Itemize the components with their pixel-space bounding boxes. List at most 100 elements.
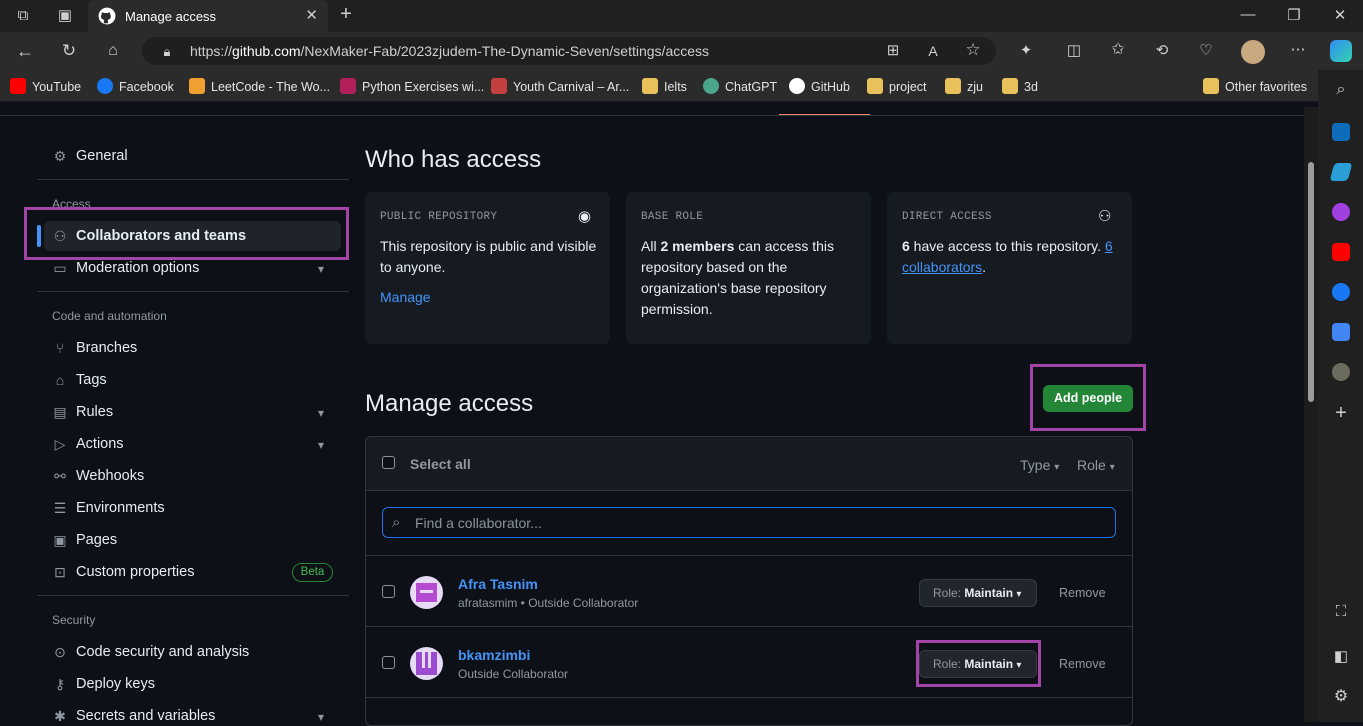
table-header xyxy=(366,437,1132,491)
url-text[interactable]: https://github.com/NexMaker-Fab/2023zjud… xyxy=(190,43,709,59)
play-icon: ▷ xyxy=(54,436,66,452)
translate-icon[interactable] xyxy=(1332,323,1350,341)
back-icon[interactable]: ← xyxy=(16,42,34,60)
card-text: 6 have access to this repository. 6 coll… xyxy=(902,236,1122,278)
split-screen-icon[interactable]: ◫ xyxy=(1066,43,1082,59)
bookmark-label: 3d xyxy=(1024,80,1038,94)
bookmark-label: YouTube xyxy=(32,80,82,94)
w3resource-icon xyxy=(340,78,356,94)
sidebar-item-webhooks[interactable]: Webhooks xyxy=(76,468,144,484)
screenshot-icon[interactable]: ⛶ xyxy=(1332,604,1350,620)
favorites-icon[interactable]: ✩ xyxy=(1110,42,1126,58)
github-icon xyxy=(98,7,116,25)
extensions-icon[interactable]: ✦ xyxy=(1018,43,1034,59)
settings-gear-icon[interactable]: ⚙ xyxy=(1332,689,1350,705)
close-window-icon[interactable]: ✕ xyxy=(1332,8,1348,24)
select-all-label[interactable]: Select all xyxy=(410,456,471,472)
remove-button[interactable]: Remove xyxy=(1059,657,1106,671)
search-icon: ⌕ xyxy=(392,514,401,531)
sidebar-item-environments[interactable]: Environments xyxy=(76,500,165,516)
tab-actions-icon[interactable]: ▣ xyxy=(56,8,74,24)
sidebar-item-general[interactable]: General xyxy=(76,148,128,164)
search-input[interactable]: ⌕ Find a collaborator... xyxy=(382,507,1116,538)
chevron-down-icon[interactable]: ▾ xyxy=(318,262,324,276)
more-menu-icon[interactable]: ⋯ xyxy=(1290,42,1306,58)
divider xyxy=(37,595,349,596)
facebook-icon[interactable] xyxy=(1332,283,1350,301)
base-role-card: BASE ROLE All 2 members can access this … xyxy=(626,192,871,344)
manage-link[interactable]: Manage xyxy=(380,289,431,305)
sidebar-item-rules[interactable]: Rules xyxy=(76,404,113,420)
remove-button[interactable]: Remove xyxy=(1059,586,1106,600)
chevron-down-icon[interactable]: ▾ xyxy=(318,438,324,452)
workspaces-icon[interactable]: ⧉ xyxy=(14,8,32,24)
apps-icon[interactable]: ⊞ xyxy=(885,43,901,59)
bookmark-chatgpt[interactable]: ChatGPT xyxy=(703,78,777,94)
row-checkbox[interactable] xyxy=(382,585,395,598)
bookmark-other-favorites[interactable]: Other favorites xyxy=(1203,78,1307,94)
row-checkbox[interactable] xyxy=(382,656,395,669)
collaborator-name[interactable]: Afra Tasnim xyxy=(458,576,538,592)
new-tab-icon[interactable]: + xyxy=(337,4,355,24)
scrollbar[interactable] xyxy=(1304,107,1318,722)
sidebar-item-pages[interactable]: Pages xyxy=(76,532,117,548)
manage-access-title: Manage access xyxy=(365,390,534,417)
youtube-icon[interactable] xyxy=(1332,243,1350,261)
sidebar-item-code-security[interactable]: Code security and analysis xyxy=(76,644,249,660)
bookmark-youth-carnival[interactable]: Youth Carnival – Ar... xyxy=(491,78,629,94)
home-icon[interactable]: ⌂ xyxy=(104,43,122,59)
bookmark-label: ChatGPT xyxy=(725,80,778,94)
history-icon[interactable]: ⟲ xyxy=(1154,43,1170,59)
identicon xyxy=(420,590,433,593)
bookmark-zju[interactable]: zju xyxy=(945,78,983,94)
outlook-icon[interactable] xyxy=(1332,123,1350,141)
bookmark-facebook[interactable]: Facebook xyxy=(97,78,174,94)
profile-icon[interactable] xyxy=(1332,363,1350,381)
sidebar-item-actions[interactable]: Actions xyxy=(76,436,124,452)
avatar[interactable] xyxy=(410,576,443,609)
copilot-icon[interactable] xyxy=(1330,40,1352,62)
restore-icon[interactable]: ❐ xyxy=(1286,8,1302,24)
close-tab-icon[interactable]: ✕ xyxy=(305,6,318,24)
add-icon[interactable]: + xyxy=(1332,403,1350,423)
bookmark-python[interactable]: Python Exercises wi... xyxy=(340,78,484,94)
collaborator-name[interactable]: bkamzimbi xyxy=(458,647,530,663)
performance-icon[interactable]: ♡ xyxy=(1198,43,1214,59)
refresh-icon[interactable]: ↻ xyxy=(60,42,78,59)
bookmark-leetcode[interactable]: LeetCode - The Wo... xyxy=(189,78,330,94)
gear-icon: ⚙ xyxy=(53,148,67,164)
sidebar-item-tags[interactable]: Tags xyxy=(76,372,107,388)
bookmark-youtube[interactable]: YouTube xyxy=(10,78,81,94)
messenger-icon[interactable] xyxy=(1332,203,1350,221)
folder-icon xyxy=(945,78,961,94)
lock-icon[interactable]: 🔒︎ xyxy=(160,44,174,60)
browser-tab[interactable]: Manage access ✕ xyxy=(88,0,328,32)
card-label: DIRECT ACCESS xyxy=(902,211,992,223)
type-filter[interactable]: Type ▾ xyxy=(1020,457,1059,473)
chevron-down-icon[interactable]: ▾ xyxy=(318,406,324,420)
sidebar-item-deploy-keys[interactable]: Deploy keys xyxy=(76,676,155,692)
scrollbar-thumb[interactable] xyxy=(1308,162,1314,402)
avatar[interactable] xyxy=(410,647,443,680)
role-filter[interactable]: Role ▾ xyxy=(1077,457,1115,473)
bookmark-github[interactable]: GitHub xyxy=(789,78,850,94)
profile-avatar[interactable] xyxy=(1241,40,1265,64)
minimize-icon[interactable]: — xyxy=(1240,7,1256,23)
search-icon[interactable]: ⌕ xyxy=(1332,82,1350,98)
sidebar-item-moderation[interactable]: Moderation options xyxy=(76,260,199,276)
favorite-star-icon[interactable]: ☆ xyxy=(965,41,981,58)
text: have access to this repository. xyxy=(909,238,1105,254)
bookmark-ielts[interactable]: Ielts xyxy=(642,78,687,94)
facebook-icon xyxy=(97,78,113,94)
bookmark-label: Other favorites xyxy=(1225,80,1307,94)
beta-badge: Beta xyxy=(292,563,333,582)
bookmark-project[interactable]: project xyxy=(867,78,927,94)
bookmark-3d[interactable]: 3d xyxy=(1002,78,1038,94)
sidebar-toggle-icon[interactable]: ◧ xyxy=(1332,649,1350,665)
select-all-checkbox[interactable] xyxy=(382,456,395,469)
read-aloud-icon[interactable]: A xyxy=(925,43,941,59)
members-count: 2 members xyxy=(660,238,735,254)
sidebar-item-branches[interactable]: Branches xyxy=(76,340,137,356)
role-dropdown[interactable]: Role: Maintain ▾ xyxy=(919,579,1037,607)
sidebar-item-custom-properties[interactable]: Custom properties xyxy=(76,564,194,580)
